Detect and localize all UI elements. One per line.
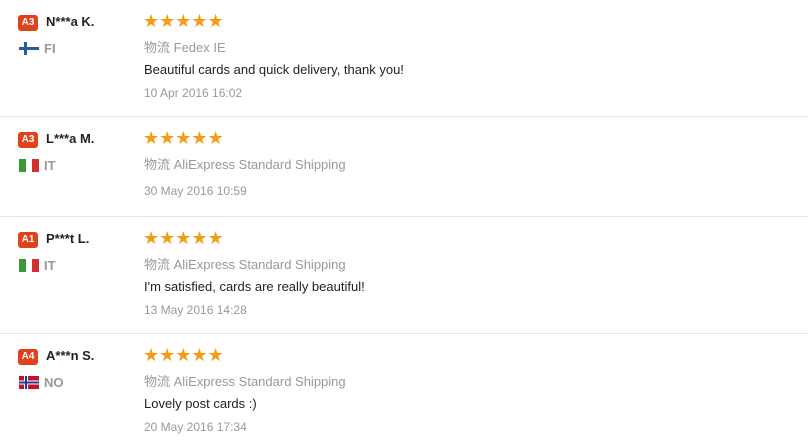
- buyer-country: FI: [44, 41, 56, 56]
- review-date: 13 May 2016 14:28: [144, 303, 247, 317]
- review-date: 30 May 2016 10:59: [144, 184, 247, 198]
- buyer-country: NO: [44, 375, 64, 390]
- review-comment: Beautiful cards and quick delivery, than…: [144, 62, 404, 77]
- shipping-name: Fedex IE: [173, 40, 226, 55]
- shipping-method: 物流 AliExpress Standard Shipping: [144, 254, 346, 273]
- review-date: 10 Apr 2016 16:02: [144, 86, 243, 100]
- shipping-label: 物流: [144, 40, 171, 55]
- review-item: A3 L***a M. IT ★★★★★ 物流 AliExpress Stand…: [0, 117, 808, 217]
- buyer-country: IT: [44, 158, 56, 173]
- shipping-name: AliExpress Standard Shipping: [173, 374, 346, 389]
- buyer-level-badge: A3: [18, 15, 38, 31]
- shipping-name: AliExpress Standard Shipping: [173, 257, 346, 272]
- review-comment: I'm satisfied, cards are really beautifu…: [144, 279, 365, 294]
- rating-stars: ★★★★★: [143, 11, 224, 31]
- review-comment: Lovely post cards :): [144, 396, 257, 411]
- finland-flag-icon: [19, 42, 39, 55]
- shipping-method: 物流 AliExpress Standard Shipping: [144, 371, 346, 390]
- shipping-label: 物流: [144, 157, 171, 172]
- italy-flag-icon: [19, 159, 39, 172]
- shipping-label: 物流: [144, 257, 171, 272]
- review-item: A3 N***a K. FI ★★★★★ 物流 Fedex IE Beautif…: [0, 0, 808, 117]
- shipping-method: 物流 AliExpress Standard Shipping: [144, 154, 346, 173]
- rating-stars: ★★★★★: [143, 345, 224, 365]
- review-item: A1 P***t L. IT ★★★★★ 物流 AliExpress Stand…: [0, 217, 808, 334]
- norway-flag-icon: [19, 376, 39, 389]
- buyer-name: N***a K.: [46, 14, 95, 29]
- buyer-country: IT: [44, 258, 56, 273]
- buyer-name: A***n S.: [46, 348, 95, 363]
- shipping-label: 物流: [144, 374, 171, 389]
- buyer-level-badge: A1: [18, 232, 38, 248]
- rating-stars: ★★★★★: [143, 128, 224, 148]
- buyer-level-badge: A4: [18, 349, 38, 365]
- shipping-name: AliExpress Standard Shipping: [173, 157, 346, 172]
- buyer-name: L***a M.: [46, 131, 95, 146]
- buyer-name: P***t L.: [46, 231, 90, 246]
- italy-flag-icon: [19, 259, 39, 272]
- shipping-method: 物流 Fedex IE: [144, 37, 226, 56]
- buyer-level-badge: A3: [18, 132, 38, 148]
- review-item: A4 A***n S. NO ★★★★★ 物流 AliExpress Stand…: [0, 334, 808, 445]
- review-date: 20 May 2016 17:34: [144, 420, 247, 434]
- rating-stars: ★★★★★: [143, 228, 224, 248]
